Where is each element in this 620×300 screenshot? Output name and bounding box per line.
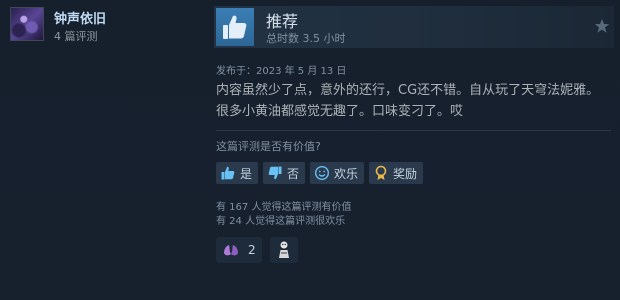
award-label: 奖励 (393, 166, 418, 181)
playtime-hours: 总时数 3.5 小时 (266, 32, 346, 45)
review-stats: 有 167 人觉得这篇评测有价值 有 24 人觉得这篇评测很欢乐 (216, 201, 351, 229)
helpful-count: 有 167 人觉得这篇评测有价值 (216, 202, 352, 213)
vote-funny-button[interactable]: 欢乐 (310, 162, 365, 184)
divider (216, 130, 611, 131)
vote-funny-label: 欢乐 (334, 166, 359, 181)
thumbs-down-icon (268, 166, 282, 180)
author-block: 钟声依旧 4 篇评测 (8, 6, 198, 46)
author-review-count[interactable]: 4 篇评测 (54, 28, 98, 44)
helpful-question: 这篇评测是否有价值? (216, 140, 321, 153)
reaction-other[interactable] (269, 237, 298, 263)
award-icon (375, 165, 387, 180)
review-card: 钟声依旧 4 篇评测 推荐 总时数 3.5 小时 发布于：2023 年 5 月 … (0, 0, 620, 300)
review-text-line: 内容虽然少了点，意外的还行，CG还不错。自从玩了天穹法妮雅。 (216, 83, 600, 98)
posted-date: 发布于：2023 年 5 月 13 日 (216, 66, 347, 77)
reactions-row: 2 (216, 236, 298, 264)
feedback-buttons: 是 否 欢乐 奖励 (216, 162, 424, 184)
reaction-count: 2 (248, 243, 256, 257)
hands-icon (224, 245, 238, 256)
vote-no-button[interactable]: 否 (263, 162, 306, 184)
vote-yes-button[interactable]: 是 (216, 162, 259, 184)
review-text-line: 很多小黄油都感觉无趣了。口味变刁了。哎 (216, 104, 464, 119)
thumbs-up-icon (216, 8, 254, 46)
recommendation-title: 推荐 (266, 12, 299, 31)
smiley-icon (315, 165, 330, 181)
recommendation-header[interactable]: 推荐 总时数 3.5 小时 (214, 6, 614, 48)
review-body: 内容虽然少了点，意外的还行，CG还不错。自从玩了天穹法妮雅。 很多小黄油都感觉无… (216, 80, 611, 122)
figure-icon (278, 241, 289, 258)
vote-no-label: 否 (287, 166, 300, 181)
reaction-award[interactable]: 2 (216, 237, 262, 263)
thumbs-up-icon (221, 166, 235, 180)
star-icon[interactable] (594, 18, 610, 34)
author-name[interactable]: 钟声依旧 (54, 8, 106, 27)
funny-count: 有 24 人觉得这篇评测很欢乐 (216, 216, 346, 227)
award-button[interactable]: 奖励 (369, 162, 424, 184)
avatar[interactable] (10, 7, 44, 41)
vote-yes-label: 是 (240, 166, 253, 181)
